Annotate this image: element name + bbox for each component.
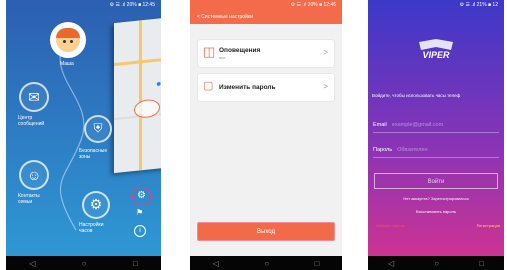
chevron-right-icon: > xyxy=(323,48,328,57)
back-icon[interactable]: ◁ xyxy=(29,259,35,268)
phone-main-menu: ⚙ ☰ .ıl 20% ■ 12:45 ● Маша ✉ Центр сообщ… xyxy=(6,0,161,270)
password-placeholder: Обязателен xyxy=(397,147,428,153)
settings-item-change-password[interactable]: ▢ Изменить пароль > xyxy=(198,74,334,101)
menu-item-child[interactable] xyxy=(50,22,86,58)
recent-apps-icon[interactable]: □ xyxy=(133,259,138,268)
phone-login: ⚙ ☰ .ıl 21% ■ 12 VIPER Войдите, чтобы ис… xyxy=(368,0,504,270)
recent-apps-icon[interactable]: □ xyxy=(314,259,319,268)
logout-button[interactable]: Выход xyxy=(197,222,335,241)
system-settings-button[interactable]: ⚙ xyxy=(132,187,151,206)
home-icon[interactable]: ○ xyxy=(264,259,269,268)
register-link[interactable]: Регистрация xyxy=(477,223,500,228)
envelope-icon: ✉ xyxy=(28,89,40,105)
viper-logo: VIPER xyxy=(413,38,459,68)
lock-icon: ▢ xyxy=(203,80,214,92)
info-button[interactable]: i xyxy=(134,225,146,237)
recent-apps-icon[interactable]: □ xyxy=(479,259,484,268)
status-bar: ⚙ ☰ .ıl 21% ■ 12 xyxy=(459,2,498,8)
login-tagline: Войдите, чтобы использовать часы телеф xyxy=(372,93,461,98)
gear-icon: ⚙ xyxy=(89,196,103,212)
child-avatar-icon xyxy=(56,28,80,52)
email-placeholder: example@gmail.com xyxy=(391,122,444,128)
email-field[interactable]: Email example@gmail.com xyxy=(373,118,499,133)
settings-item-subtitle: вкл. xyxy=(219,55,227,60)
menu-item-contacts[interactable]: ☺ xyxy=(19,160,49,190)
menu-item-messages[interactable]: ✉ xyxy=(19,82,49,112)
back-icon[interactable]: ◁ xyxy=(388,259,394,268)
speaker-icon: ◫ xyxy=(203,44,216,59)
menu-label-messages: Центр сообщений xyxy=(18,115,45,127)
password-label: Пароль xyxy=(373,147,393,153)
shield-icon: ⛨ xyxy=(93,121,103,135)
settings-item-title: Изменить пароль xyxy=(219,84,276,91)
menu-label-contacts: Контакты семьи xyxy=(18,193,40,205)
menu-item-watch-settings[interactable]: ⚙ xyxy=(82,191,110,219)
flag-icon[interactable]: ⚑ xyxy=(136,208,143,217)
password-field[interactable]: Пароль Обязателен xyxy=(373,143,499,158)
android-nav-bar: ◁ ○ □ xyxy=(368,256,504,270)
menu-item-safe-zones[interactable]: ⛨ xyxy=(84,115,112,143)
home-icon[interactable]: ○ xyxy=(82,259,87,268)
brand-name: VIPER xyxy=(422,50,450,60)
menu-label-safe-zones: Безопасные зоны xyxy=(79,148,108,160)
menu-label-child: Маша xyxy=(60,61,74,67)
android-nav-bar: ◁ ○ □ xyxy=(190,256,342,270)
android-nav-bar: ◁ ○ □ xyxy=(6,256,161,270)
email-label: Email xyxy=(373,122,387,128)
status-bar: ⚙ ☰ .ıl 20% ■ 12:46 xyxy=(190,0,342,10)
login-button[interactable]: Войти xyxy=(374,173,498,189)
register-prompt[interactable]: Нет аккаунта? Зарегистрироваться xyxy=(368,196,504,201)
settings-item-notifications[interactable]: ◫ Оповещения вкл. > xyxy=(198,40,334,67)
restore-password-link[interactable]: Восстановить пароль xyxy=(368,209,504,214)
home-icon[interactable]: ○ xyxy=(434,259,439,268)
settings-header-title[interactable]: < Системные настройки xyxy=(197,14,253,20)
back-icon[interactable]: ◁ xyxy=(213,259,219,268)
forgot-password-link[interactable]: Забыли пароль xyxy=(376,223,405,228)
menu-label-watch-settings: Настройки часов xyxy=(79,222,104,234)
person-icon: ☺ xyxy=(27,167,42,183)
settings-header: < Системные настройки xyxy=(190,10,342,24)
chevron-right-icon: > xyxy=(323,82,328,91)
phone-system-settings: ⚙ ☰ .ıl 20% ■ 12:46 < Системные настройк… xyxy=(190,0,342,270)
settings-item-title: Оповещения xyxy=(219,47,261,54)
